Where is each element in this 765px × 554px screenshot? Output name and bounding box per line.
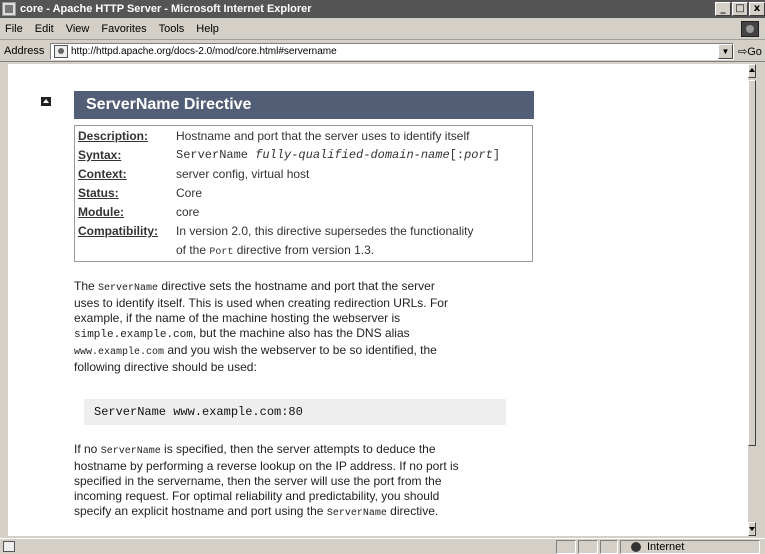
- para2-line2: hostname by performing a reverse lookup …: [74, 459, 459, 473]
- menu-help[interactable]: Help: [190, 23, 225, 35]
- menu-view[interactable]: View: [60, 23, 96, 35]
- para1-line2: uses to identify itself. This is used wh…: [74, 296, 448, 310]
- menu-favorites[interactable]: Favorites: [95, 23, 152, 35]
- minimize-button[interactable]: _: [715, 2, 731, 16]
- summary-row-context: Context: server config, virtual host: [78, 167, 309, 181]
- hostname-code: simple.example.com: [74, 329, 193, 341]
- window-controls: _ □ x: [714, 2, 765, 16]
- summary-row-status: Status: Core: [78, 186, 202, 200]
- scroll-down-button[interactable]: [748, 522, 756, 536]
- security-zone[interactable]: Internet: [620, 540, 760, 554]
- directive-summary-table: Description: Hostname and port that the …: [74, 125, 533, 262]
- syntax-command: ServerName: [176, 148, 256, 162]
- scroll-up-button[interactable]: [748, 64, 756, 78]
- status-pane: [600, 540, 618, 554]
- throbber-icon: [741, 21, 759, 37]
- compatibility-label[interactable]: Compatibility:: [78, 224, 176, 238]
- content-viewport[interactable]: ServerName Directive Description: Hostna…: [8, 64, 756, 536]
- module-label[interactable]: Module:: [78, 205, 176, 219]
- syntax-argument: fully-qualified-domain-name: [255, 148, 450, 162]
- para1-line3: example, if the name of the machine host…: [74, 311, 401, 325]
- status-pane: [556, 540, 576, 554]
- example-code-block: ServerName www.example.com:80: [84, 399, 506, 425]
- summary-row-description: Description: Hostname and port that the …: [78, 129, 469, 143]
- address-dropdown-button[interactable]: ▼: [718, 44, 733, 59]
- collapse-icon[interactable]: [41, 97, 51, 106]
- close-button[interactable]: x: [749, 2, 765, 16]
- para1-line1: The ServerName directive sets the hostna…: [74, 279, 544, 296]
- p1-text: The: [74, 279, 99, 293]
- scroll-thumb[interactable]: [748, 80, 756, 446]
- syntax-port: port: [464, 148, 493, 162]
- description-value: Hostname and port that the server uses t…: [176, 129, 470, 143]
- ie-app-icon[interactable]: [2, 2, 16, 16]
- address-input[interactable]: http://httpd.apache.org/docs-2.0/mod/cor…: [50, 43, 734, 60]
- window-title: core - Apache HTTP Server - Microsoft In…: [20, 3, 312, 15]
- status-value: Core: [176, 186, 203, 200]
- p1-text: , but the machine also has the DNS alias: [192, 326, 410, 340]
- servername-code: ServerName: [98, 283, 159, 294]
- para2-line5: specify an explicit hostname and port us…: [74, 504, 544, 521]
- servername-code: ServerName: [326, 508, 387, 519]
- syntax-optional-open: [:: [449, 148, 465, 162]
- status-label[interactable]: Status:: [78, 186, 176, 200]
- p2-text: If no: [74, 442, 101, 456]
- menu-file[interactable]: File: [0, 23, 29, 35]
- description-paragraph: The ServerName directive sets the hostna…: [74, 279, 544, 375]
- address-label: Address: [4, 45, 45, 57]
- module-value: core: [176, 205, 200, 219]
- globe-icon: [631, 542, 641, 552]
- p1-text: and you wish the webserver to be so iden…: [164, 343, 437, 357]
- fallback-paragraph: If no ServerName is specified, then the …: [74, 442, 544, 521]
- page-content: ServerName Directive Description: Hostna…: [8, 64, 748, 536]
- p1-text: directive sets the hostname and port tha…: [158, 279, 435, 293]
- para1-line6: following directive should be used:: [74, 360, 257, 374]
- menu-edit[interactable]: Edit: [29, 23, 60, 35]
- para2-line3: specified in the servername, then the se…: [74, 474, 442, 488]
- port-directive-link[interactable]: Port: [209, 247, 233, 258]
- compat-text-a: of the: [176, 243, 210, 257]
- page-status-icon: [3, 541, 15, 552]
- go-arrow-icon: ⇨: [738, 46, 748, 58]
- servername-code: ServerName: [100, 446, 161, 457]
- compatibility-value-line1: In version 2.0, this directive supersede…: [176, 224, 474, 238]
- summary-row-compatibility: Compatibility: In version 2.0, this dire…: [78, 224, 474, 238]
- para2-line4: incoming request. For optimal reliabilit…: [74, 489, 440, 503]
- menu-bar: File Edit View Favorites Tools Help: [0, 18, 765, 40]
- para1-line4: simple.example.com, but the machine also…: [74, 326, 544, 343]
- zone-label: Internet: [647, 541, 685, 553]
- maximize-button[interactable]: □: [732, 2, 748, 16]
- directive-heading: ServerName Directive: [74, 91, 534, 119]
- description-label[interactable]: Description:: [78, 129, 176, 143]
- address-url[interactable]: http://httpd.apache.org/docs-2.0/mod/cor…: [71, 46, 337, 57]
- go-button[interactable]: ⇨Go: [738, 45, 762, 58]
- syntax-optional-close: ]: [492, 148, 501, 162]
- menu-tools[interactable]: Tools: [153, 23, 191, 35]
- compat-text-b: directive from version 1.3.: [233, 243, 375, 257]
- page-icon: [54, 45, 68, 58]
- context-value: server config, virtual host: [176, 167, 310, 181]
- address-bar: Address http://httpd.apache.org/docs-2.0…: [0, 41, 765, 62]
- p2-text: is specified, then the server attempts t…: [160, 442, 436, 456]
- p2-text: directive.: [386, 504, 439, 518]
- vertical-scrollbar[interactable]: [748, 64, 756, 536]
- title-bar[interactable]: core - Apache HTTP Server - Microsoft In…: [0, 0, 765, 18]
- browser-window: core - Apache HTTP Server - Microsoft In…: [0, 0, 765, 554]
- summary-row-syntax: Syntax: ServerName fully-qualified-domai…: [78, 148, 500, 162]
- syntax-value: ServerName fully-qualified-domain-name[:…: [176, 148, 500, 162]
- summary-row-module: Module: core: [78, 205, 199, 219]
- status-pane: [578, 540, 598, 554]
- go-label: Go: [747, 46, 762, 58]
- alias-code: www.example.com: [74, 347, 165, 358]
- para2-line1: If no ServerName is specified, then the …: [74, 442, 544, 459]
- p2-text: specify an explicit hostname and port us…: [74, 504, 327, 518]
- para1-line5: www.example.com and you wish the webserv…: [74, 343, 544, 360]
- status-bar: Internet: [0, 538, 765, 554]
- syntax-label[interactable]: Syntax:: [78, 148, 176, 162]
- context-label[interactable]: Context:: [78, 167, 176, 181]
- compatibility-value-line2: of the Port directive from version 1.3.: [176, 243, 374, 258]
